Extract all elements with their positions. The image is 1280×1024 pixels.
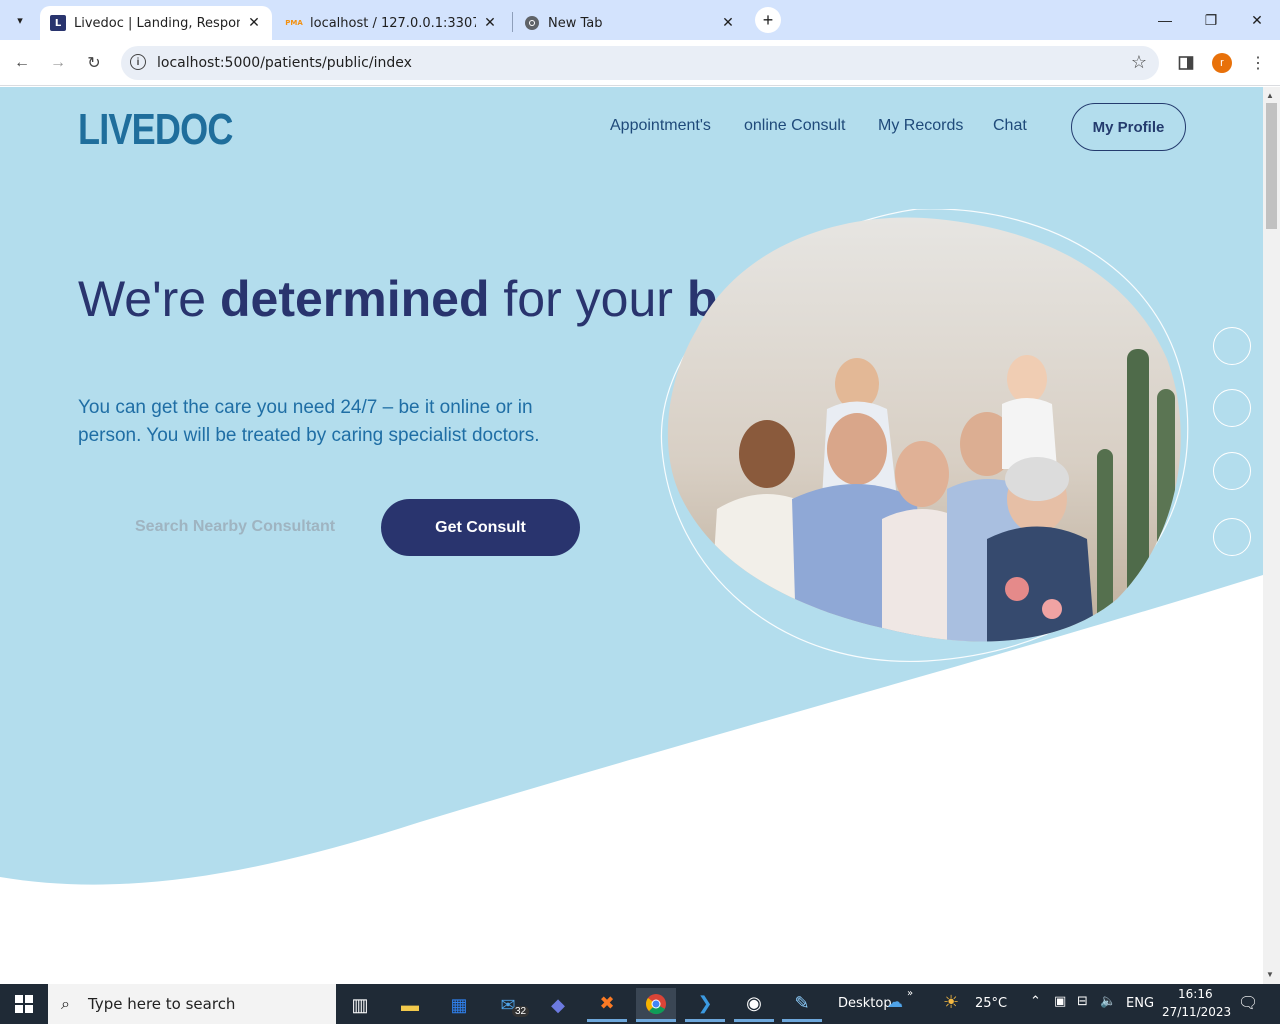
paint-icon[interactable]: ✎ (782, 988, 822, 1022)
obs-icon[interactable]: ◉ (734, 988, 774, 1022)
tray-chevron-up-icon[interactable]: ⌃ (1030, 994, 1041, 1009)
slider-dot-3[interactable] (1213, 452, 1251, 490)
close-tab-icon[interactable]: ✕ (246, 15, 262, 31)
notifications-icon[interactable]: 🗨 (1238, 993, 1258, 1012)
browser-toolbar: ← → ↻ i localhost:5000/patients/public/i… (0, 40, 1280, 86)
clock-date[interactable]: 27/11/2023 (1162, 1005, 1231, 1019)
close-tab-icon[interactable]: ✕ (482, 15, 498, 31)
phpmyadmin-favicon-icon: PMA (285, 19, 303, 27)
language-indicator[interactable]: ENG (1126, 996, 1154, 1011)
hero-subtext: You can get the care you need 24/7 – be … (78, 397, 540, 446)
volume-muted-icon[interactable]: 🔈 (1100, 994, 1116, 1009)
nav-my-records[interactable]: My Records (878, 117, 963, 135)
scroll-down-icon[interactable]: ▼ (1266, 970, 1274, 979)
slider-dot-4[interactable] (1213, 518, 1251, 556)
restore-icon[interactable]: ❐ (1188, 0, 1234, 40)
page-scrollbar[interactable]: ▲ ▼ (1263, 87, 1280, 984)
search-icon: ⌕ (61, 994, 70, 1013)
scroll-up-icon[interactable]: ▲ (1266, 91, 1274, 100)
close-tab-icon[interactable]: ✕ (720, 15, 736, 31)
taskbar-search-input[interactable]: ⌕ Type here to search (48, 984, 336, 1024)
windows-taskbar: ⌕ Type here to search ▥ ▬ ▦ ✉ 32 ◆ ✖ ❯ ◉ … (0, 984, 1280, 1024)
my-profile-button[interactable]: My Profile (1071, 103, 1186, 151)
tab-search-dropdown[interactable]: ▾ (8, 8, 32, 32)
search-nearby-consultant-link[interactable]: Search Nearby Consultant (135, 518, 335, 536)
mail-icon[interactable]: ✉ 32 (488, 988, 530, 1022)
slider-dot-1[interactable] (1213, 327, 1251, 365)
minimize-icon[interactable]: — (1142, 0, 1188, 40)
tab-title: New Tab (548, 15, 603, 31)
profile-avatar[interactable]: r (1212, 53, 1232, 73)
slider-dot-2[interactable] (1213, 389, 1251, 427)
get-consult-button[interactable]: Get Consult (381, 499, 580, 556)
bing-icon[interactable]: ◆ (538, 988, 578, 1022)
site-info-icon[interactable]: i (130, 54, 146, 70)
meet-now-icon[interactable]: ▣ (1054, 994, 1066, 1009)
xampp-icon[interactable]: ✖ (587, 988, 627, 1022)
chrome-icon (524, 15, 540, 31)
task-view-icon[interactable]: ▥ (340, 988, 380, 1022)
kebab-menu-icon[interactable]: ⋮ (1247, 52, 1269, 74)
tab-title: localhost / 127.0.0.1:3307 / pra (310, 15, 476, 31)
close-window-icon[interactable]: ✕ (1234, 0, 1280, 40)
scrollbar-thumb[interactable] (1266, 103, 1277, 229)
side-panel-icon[interactable] (1175, 52, 1197, 74)
page-viewport: LIVEDOC Appointment's online Consult My … (0, 87, 1263, 984)
nav-appointments[interactable]: Appointment's (610, 117, 711, 135)
mail-badge: 32 (512, 1006, 530, 1017)
onedrive-icon[interactable]: ☁ (887, 992, 903, 1011)
vscode-icon[interactable]: ❯ (685, 988, 725, 1022)
chrome-taskbar-icon[interactable] (636, 988, 676, 1022)
nav-chat[interactable]: Chat (993, 117, 1027, 135)
chevron-right-icon[interactable]: » (907, 988, 913, 999)
clock-time[interactable]: 16:16 (1178, 987, 1213, 1001)
nav-online-consult[interactable]: online Consult (744, 117, 845, 135)
livedoc-favicon-icon: L (50, 15, 66, 31)
reload-icon[interactable]: ↻ (80, 49, 108, 77)
address-bar[interactable]: i localhost:5000/patients/public/index ☆ (121, 46, 1159, 80)
site-logo[interactable]: LIVEDOC (78, 105, 233, 155)
new-tab-button[interactable]: + (755, 7, 781, 33)
weather-temperature[interactable]: 25°C (975, 996, 1007, 1011)
tab-separator (512, 12, 513, 32)
family-photo (657, 208, 1192, 669)
tab-livedoc[interactable]: L Livedoc | Landing, Responsive ✕ (40, 6, 272, 40)
file-explorer-icon[interactable]: ▬ (390, 988, 430, 1022)
back-arrow-icon[interactable]: ← (8, 49, 36, 77)
microsoft-store-icon[interactable]: ▦ (439, 988, 479, 1022)
url-text[interactable]: localhost:5000/patients/public/index (157, 55, 412, 71)
forward-arrow-icon[interactable]: → (44, 49, 72, 77)
tab-new-tab[interactable]: New Tab ✕ (514, 6, 746, 40)
windows-start-icon[interactable] (0, 984, 48, 1024)
tab-title: Livedoc | Landing, Responsive (74, 15, 240, 31)
weather-sun-icon[interactable]: ☀ (943, 992, 959, 1013)
taskbar-search-placeholder: Type here to search (88, 995, 236, 1013)
desktop-label[interactable]: Desktop (838, 996, 892, 1011)
tab-phpmyadmin[interactable]: PMA localhost / 127.0.0.1:3307 / pra ✕ (276, 6, 508, 40)
tab-strip: ▾ L Livedoc | Landing, Responsive ✕ PMA … (0, 0, 1280, 40)
network-icon[interactable]: ⊟ (1077, 994, 1088, 1009)
bookmark-star-icon[interactable]: ☆ (1131, 52, 1147, 73)
